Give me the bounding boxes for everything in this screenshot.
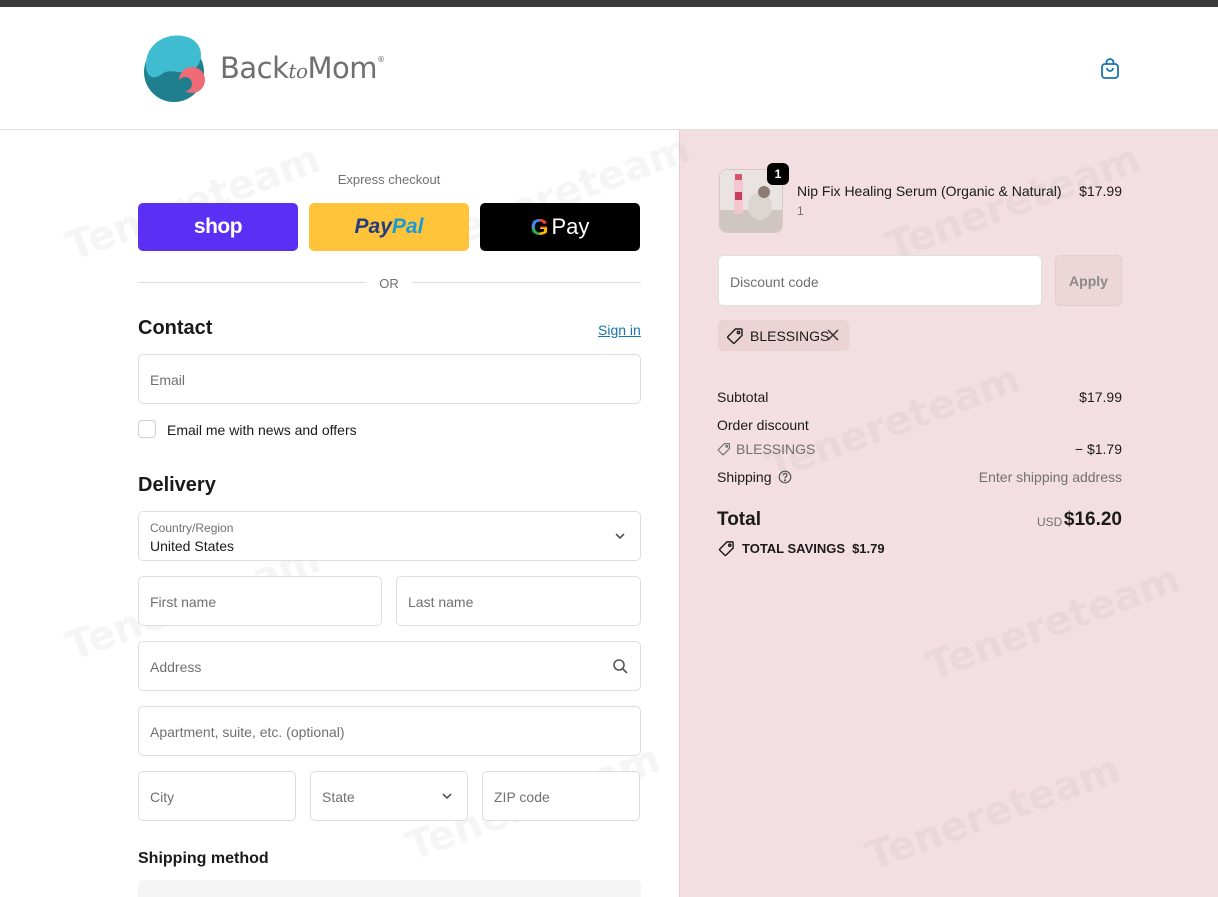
quantity-badge: 1	[767, 163, 789, 185]
country-value: United States	[150, 538, 235, 554]
state-select[interactable]: State	[310, 771, 468, 821]
apply-discount-button[interactable]: Apply	[1055, 255, 1122, 306]
zip-code-field[interactable]: ZIP code	[482, 771, 640, 821]
shopping-bag-icon[interactable]	[1098, 57, 1122, 81]
total-currency: USD	[1037, 515, 1063, 529]
contact-heading: Contact	[138, 317, 213, 339]
discount-code-placeholder: Discount code	[730, 274, 819, 290]
discount-value: − $1.79	[1074, 441, 1122, 457]
help-icon[interactable]	[778, 470, 792, 484]
discount-code-name: BLESSINGS	[736, 441, 816, 457]
google-g-icon: G	[530, 213, 549, 240]
close-icon[interactable]	[826, 328, 840, 342]
tag-icon	[727, 327, 743, 344]
shipping-row: Shipping	[717, 469, 792, 485]
tag-icon	[718, 541, 734, 557]
state-placeholder: State	[322, 789, 355, 805]
last-name-field[interactable]: Last name	[396, 576, 641, 626]
delivery-heading: Delivery	[138, 474, 216, 496]
discount-code-field[interactable]: Discount code	[718, 255, 1042, 306]
tag-icon	[717, 442, 731, 456]
brand-wordmark: BacktoMom®	[220, 51, 385, 85]
window-top-bar	[0, 0, 1218, 7]
order-discount-label: Order discount	[717, 417, 809, 433]
product-price: $17.99	[1079, 183, 1122, 199]
google-pay-button[interactable]: G Pay	[480, 203, 640, 251]
address-field[interactable]: Address	[138, 641, 641, 691]
brand-logo[interactable]: BacktoMom®	[140, 27, 390, 109]
newsletter-label: Email me with news and offers	[167, 422, 357, 438]
divider	[412, 282, 641, 283]
shipping-value: Enter shipping address	[978, 469, 1122, 485]
shipping-method-placeholder-box	[138, 880, 641, 897]
chevron-down-icon	[442, 793, 452, 800]
express-checkout-label: Express checkout	[337, 172, 441, 187]
product-name: Nip Fix Healing Serum (Organic & Natural…	[797, 183, 1062, 199]
discount-code-row: BLESSINGS	[717, 441, 815, 457]
newsletter-checkbox[interactable]	[138, 420, 156, 438]
subtotal-value: $17.99	[1079, 389, 1122, 405]
apartment-placeholder: Apartment, suite, etc. (optional)	[150, 724, 345, 740]
total-value: $16.20	[1063, 509, 1122, 530]
search-icon[interactable]	[612, 658, 628, 674]
first-name-placeholder: First name	[150, 594, 217, 610]
site-header: BacktoMom®	[0, 7, 1218, 130]
city-field[interactable]: City	[138, 771, 296, 821]
first-name-field[interactable]: First name	[138, 576, 382, 626]
applied-discount-chip: BLESSINGS	[718, 320, 849, 351]
chevron-down-icon	[615, 533, 625, 540]
shipping-label: Shipping	[717, 469, 772, 485]
last-name-placeholder: Last name	[408, 594, 474, 610]
total-savings-value: $1.79	[852, 541, 885, 556]
country-select[interactable]: Country/Region United States	[138, 511, 641, 561]
sign-in-link[interactable]: Sign in	[598, 322, 641, 338]
email-field[interactable]: Email	[138, 354, 641, 404]
shop-pay-button[interactable]: shop	[138, 203, 298, 251]
divider	[138, 282, 366, 283]
or-divider-label: OR	[379, 276, 399, 291]
address-placeholder: Address	[150, 659, 202, 675]
paypal-button[interactable]: Pay Pal	[309, 203, 469, 251]
apartment-field[interactable]: Apartment, suite, etc. (optional)	[138, 706, 641, 756]
zip-code-placeholder: ZIP code	[494, 789, 550, 805]
applied-discount-code: BLESSINGS	[750, 327, 830, 344]
total-label: Total	[717, 509, 761, 530]
email-placeholder: Email	[150, 372, 186, 388]
total-savings-row: TOTAL SAVINGS $1.79	[718, 540, 885, 557]
subtotal-label: Subtotal	[717, 389, 769, 405]
brand-logo-mark-icon	[144, 35, 205, 102]
shipping-method-heading: Shipping method	[138, 850, 269, 867]
country-label: Country/Region	[150, 521, 234, 535]
total-savings-label: TOTAL SAVINGS	[742, 541, 846, 556]
city-placeholder: City	[150, 789, 175, 805]
product-quantity: 1	[797, 204, 804, 218]
